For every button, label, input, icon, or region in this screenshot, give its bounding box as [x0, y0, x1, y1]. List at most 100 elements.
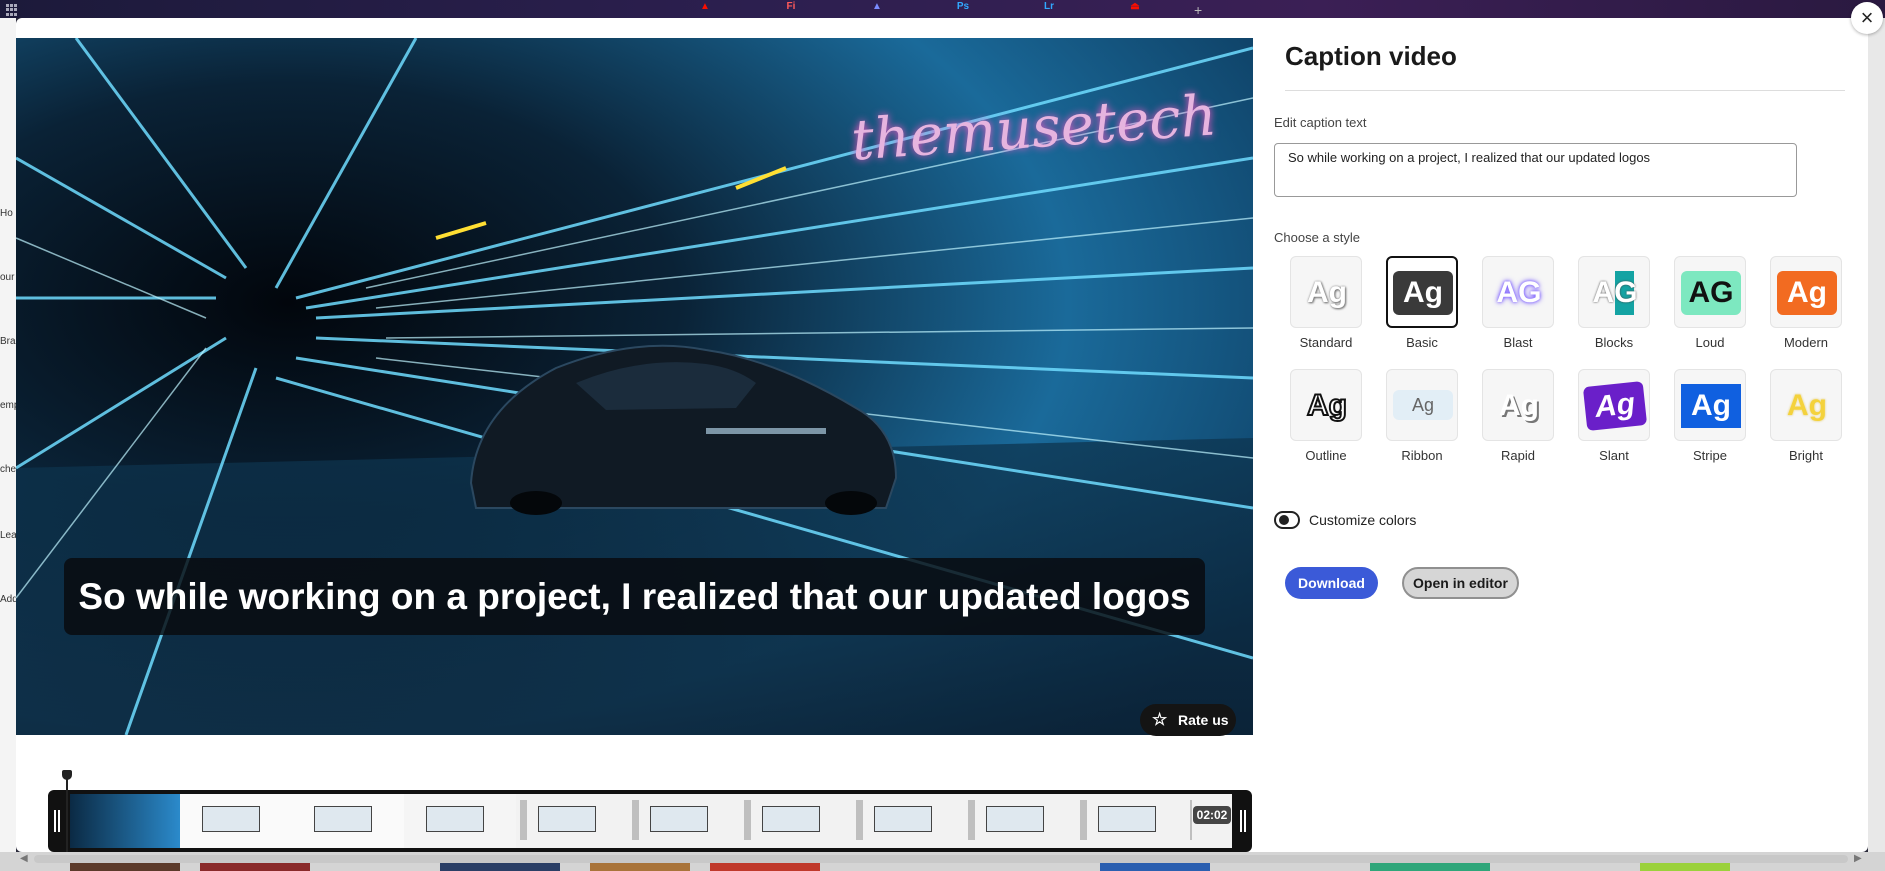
trim-start-handle[interactable] — [54, 798, 60, 844]
new-tab-icon[interactable]: + — [1194, 2, 1202, 18]
express-icon[interactable]: ▲ — [868, 0, 886, 14]
timeline-track — [48, 790, 1252, 852]
style-label: Loud — [1695, 335, 1725, 350]
caption-settings-panel: Caption video Edit caption text Choose a… — [1253, 18, 1868, 852]
style-preview-glyph: AG — [1496, 276, 1542, 309]
background-sidebar: Ho our Bra emp che Lea Add — [0, 18, 19, 871]
style-tile-box: Ag — [1482, 369, 1554, 441]
title-divider — [1285, 90, 1845, 91]
acrobat-icon[interactable]: ▲ — [696, 0, 714, 14]
horizontal-scrollbar[interactable]: ◀ ▶ — [16, 852, 1868, 866]
scroll-right-icon[interactable]: ▶ — [1854, 852, 1862, 866]
timeline-frame — [292, 794, 405, 848]
timeline-frame — [852, 794, 965, 848]
style-label: Blast — [1503, 335, 1533, 350]
style-tile-box: Ag — [1674, 369, 1746, 441]
style-label: Modern — [1783, 335, 1829, 350]
timeline-thumbnails — [70, 794, 1232, 848]
style-label: Rapid — [1501, 448, 1535, 463]
style-label: Bright — [1789, 448, 1823, 463]
style-tile-box: Ag — [1770, 369, 1842, 441]
video-timeline[interactable]: 02:02 — [32, 770, 1253, 852]
style-slant[interactable]: Ag Slant — [1578, 369, 1650, 463]
style-tile-box: Ag — [1770, 256, 1842, 328]
choose-style-label: Choose a style — [1274, 230, 1360, 245]
scrollbar-thumb[interactable] — [34, 855, 1848, 863]
rate-us-label: Rate us — [1178, 712, 1229, 728]
style-basic[interactable]: Ag Basic — [1386, 256, 1458, 350]
style-label: Slant — [1599, 448, 1629, 463]
download-button[interactable]: Download — [1285, 567, 1378, 599]
style-bright[interactable]: Ag Bright — [1770, 369, 1842, 463]
style-ribbon[interactable]: Ag Ribbon — [1386, 369, 1458, 463]
background-sidebar-label: Bra — [0, 336, 16, 347]
style-label: Standard — [1299, 335, 1353, 350]
timeline-frame — [404, 794, 517, 848]
fresco-icon[interactable]: Fi — [782, 0, 800, 14]
style-preview-glyph: Ag — [1499, 389, 1539, 422]
caption-text-input[interactable] — [1274, 143, 1797, 197]
background-sidebar-label: Ho — [0, 208, 13, 219]
photoshop-icon[interactable]: Ps — [954, 0, 972, 14]
browser-top-bar: ▲ Fi ▲ Ps Lr ⏏ + — [0, 0, 1885, 18]
style-preview-glyph: Ag — [1582, 380, 1648, 432]
video-preview[interactable]: themusetech So while working on a projec… — [16, 38, 1253, 735]
background-sidebar-label: che — [0, 464, 17, 475]
panel-title: Caption video — [1285, 41, 1457, 71]
rate-us-button[interactable]: ☆ Rate us — [1140, 704, 1236, 736]
background-sidebar-label: our — [0, 272, 15, 283]
timeline-frame — [70, 794, 181, 848]
style-modern[interactable]: Ag Modern — [1770, 256, 1842, 350]
style-label: Blocks — [1594, 335, 1634, 350]
style-tile-box: Ag — [1386, 369, 1458, 441]
style-label: Ribbon — [1401, 448, 1443, 463]
style-tile-box: Ag — [1290, 256, 1362, 328]
timeline-frame — [628, 794, 741, 848]
style-tile-box: AG — [1578, 256, 1650, 328]
style-label: Basic — [1406, 335, 1438, 350]
style-label: Outline — [1305, 448, 1347, 463]
style-preview-glyph: AG — [1585, 271, 1645, 315]
acrobat-reader-icon[interactable]: ⏏ — [1126, 0, 1144, 14]
style-loud[interactable]: AG Loud — [1674, 256, 1746, 350]
style-preview-glyph: Ag — [1307, 276, 1347, 309]
caption-overlay: So while working on a project, I realize… — [64, 558, 1205, 635]
style-tile-box: Ag — [1290, 369, 1362, 441]
style-tile-box: AG — [1482, 256, 1554, 328]
style-label: Stripe — [1693, 448, 1727, 463]
style-stripe[interactable]: Ag Stripe — [1674, 369, 1746, 463]
timeline-frame — [740, 794, 853, 848]
lightroom-icon[interactable]: Lr — [1040, 0, 1058, 14]
style-tile-box: AG — [1674, 256, 1746, 328]
caption-video-dialog: themusetech So while working on a projec… — [16, 18, 1868, 852]
style-tile-box-selected: Ag — [1386, 256, 1458, 328]
style-preview-glyph: AG — [1681, 271, 1741, 315]
trim-end-handle[interactable] — [1240, 798, 1246, 844]
customize-colors-toggle[interactable] — [1274, 511, 1300, 529]
edit-caption-label: Edit caption text — [1274, 115, 1367, 130]
style-rapid[interactable]: Ag Rapid — [1482, 369, 1554, 463]
star-icon: ☆ — [1152, 710, 1168, 729]
caption-overlay-text: So while working on a project, I realize… — [78, 576, 1191, 617]
style-preview-glyph: Ag — [1777, 271, 1837, 315]
style-preview-glyph: Ag — [1393, 390, 1453, 420]
apps-grid-icon[interactable] — [6, 4, 18, 16]
style-standard[interactable]: Ag Standard — [1290, 256, 1362, 350]
style-outline[interactable]: Ag Outline — [1290, 369, 1362, 463]
style-tile-box: Ag — [1578, 369, 1650, 441]
close-icon[interactable]: × — [1851, 2, 1883, 34]
timeline-frame — [1076, 794, 1189, 848]
scroll-left-icon[interactable]: ◀ — [20, 852, 28, 866]
open-in-editor-button[interactable]: Open in editor — [1402, 567, 1519, 599]
style-preview-glyph: Ag — [1393, 271, 1453, 315]
timeline-frame — [964, 794, 1077, 848]
style-blast[interactable]: AG Blast — [1482, 256, 1554, 350]
background-page-edge — [1868, 18, 1885, 871]
timeline-frame — [516, 794, 629, 848]
timeline-playhead[interactable] — [62, 770, 72, 852]
style-preview-glyph: Ag — [1681, 384, 1741, 428]
background-sidebar-label: Lea — [0, 530, 17, 541]
customize-colors-label: Customize colors — [1309, 512, 1417, 528]
style-blocks[interactable]: AG Blocks — [1578, 256, 1650, 350]
duration-badge: 02:02 — [1193, 806, 1231, 824]
